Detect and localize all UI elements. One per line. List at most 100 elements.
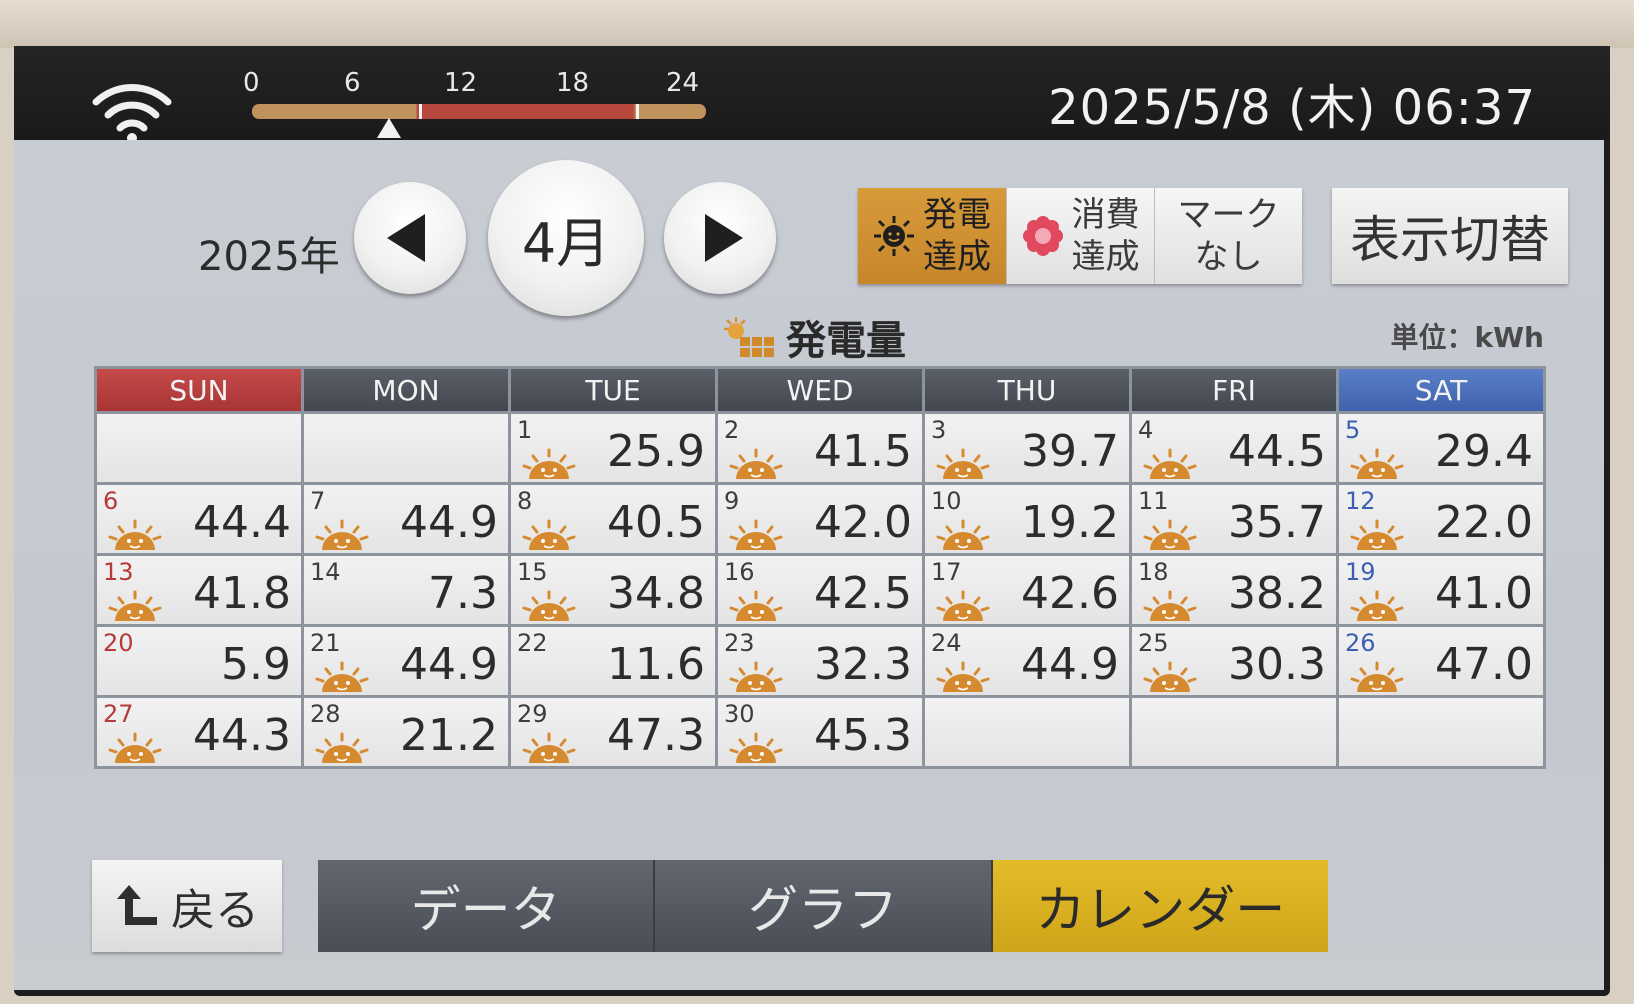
no-mark-button[interactable]: マーク なし: [1154, 188, 1302, 284]
day-generation-value: 44.4: [193, 497, 291, 548]
sun-mark-icon: [108, 590, 162, 621]
time-tick-label: 24: [666, 68, 700, 98]
calendar-day-cell[interactable]: 19 41.0: [1339, 556, 1543, 624]
solar-panel-icon: [724, 317, 774, 357]
day-number: 16: [724, 558, 755, 586]
day-number: 27: [103, 700, 134, 728]
calendar-day-cell[interactable]: 2 41.5: [718, 414, 922, 482]
flower-icon: [1022, 216, 1063, 256]
day-number: 14: [310, 558, 341, 586]
day-generation-value: 42.6: [1021, 568, 1119, 619]
month-label: 4月: [521, 211, 611, 275]
day-number: 19: [1345, 558, 1376, 586]
calendar-day-cell[interactable]: 5 29.4: [1339, 414, 1543, 482]
calendar-day-cell[interactable]: 6 44.4: [97, 485, 301, 553]
sun-mark-icon: [522, 519, 576, 550]
month-selector[interactable]: 4月: [488, 160, 644, 316]
day-generation-value: 45.3: [814, 710, 912, 761]
generation-label-line1: 発電: [923, 195, 991, 235]
calendar-day-cell[interactable]: 28 21.2: [304, 698, 508, 766]
calendar-day-cell[interactable]: 4 44.5: [1132, 414, 1336, 482]
day-generation-value: 42.0: [814, 497, 912, 548]
consumption-achieved-button[interactable]: 消費 達成: [1006, 188, 1154, 284]
calendar-day-cell[interactable]: 30 45.3: [718, 698, 922, 766]
display-toggle-button[interactable]: 表示切替: [1332, 188, 1568, 284]
tab-graph[interactable]: グラフ: [655, 860, 993, 952]
prev-month-button[interactable]: [354, 182, 466, 294]
day-generation-value: 47.0: [1435, 639, 1533, 690]
calendar-day-cell[interactable]: 26 47.0: [1339, 627, 1543, 695]
calendar-day-cell[interactable]: 29 47.3: [511, 698, 715, 766]
calendar-day-cell[interactable]: 22 11.6: [511, 627, 715, 695]
consumption-label-line2: 達成: [1071, 237, 1140, 277]
calendar-day-cell[interactable]: 15 34.8: [511, 556, 715, 624]
calendar-day-cell[interactable]: 10 19.2: [925, 485, 1129, 553]
calendar-day-cell[interactable]: 21 44.9: [304, 627, 508, 695]
sun-mark-icon: [729, 448, 783, 479]
status-bar: 0 6 12 18 24 2025/5/8 (木) 06:37: [14, 46, 1610, 143]
calendar-day-cell[interactable]: 20 5.9: [97, 627, 301, 695]
day-number: 24: [931, 629, 962, 657]
next-month-button[interactable]: [664, 182, 776, 294]
day-generation-value: 44.9: [400, 639, 498, 690]
back-button[interactable]: 戻る: [92, 860, 282, 952]
weekday-header: TUE: [511, 369, 715, 411]
calendar-day-cell[interactable]: 25 30.3: [1132, 627, 1336, 695]
day-generation-value: 25.9: [607, 426, 705, 477]
arrow-right-icon: [705, 214, 743, 262]
day-number: 23: [724, 629, 755, 657]
sun-mark-icon: [1350, 661, 1404, 692]
day-number: 8: [517, 487, 533, 515]
day-number: 10: [931, 487, 962, 515]
calendar-empty-cell: [97, 414, 301, 482]
unit-label: 単位：kWh: [1390, 321, 1544, 354]
calendar-day-cell[interactable]: 14 7.3: [304, 556, 508, 624]
day-generation-value: 44.9: [1021, 639, 1119, 690]
day-number: 18: [1138, 558, 1169, 586]
sun-mark-icon: [1143, 519, 1197, 550]
day-number: 13: [103, 558, 134, 586]
generation-achieved-button[interactable]: 発電 達成: [858, 188, 1006, 284]
sun-mark-icon: [108, 519, 162, 550]
sun-mark-icon: [936, 661, 990, 692]
no-mark-label-line1: マーク: [1177, 195, 1280, 235]
sun-mark-icon: [936, 448, 990, 479]
calendar-day-cell[interactable]: 12 22.0: [1339, 485, 1543, 553]
time-tick-label: 12: [444, 68, 478, 98]
calendar-day-cell[interactable]: 3 39.7: [925, 414, 1129, 482]
back-arrow-icon: [117, 885, 157, 925]
day-number: 3: [931, 416, 947, 444]
time-tick-label: 0: [243, 68, 260, 98]
calendar-day-cell[interactable]: 7 44.9: [304, 485, 508, 553]
sun-mark-icon: [522, 732, 576, 763]
calendar-day-cell[interactable]: 1 25.9: [511, 414, 715, 482]
section-title: 発電量: [722, 308, 906, 366]
mark-filter-group: 発電 達成 消費 達成 マーク なし: [858, 188, 1302, 284]
calendar-day-cell[interactable]: 16 42.5: [718, 556, 922, 624]
day-number: 17: [931, 558, 962, 586]
day-generation-value: 30.3: [1228, 639, 1326, 690]
time-bar-divider: [419, 104, 422, 119]
calendar-day-cell[interactable]: 9 42.0: [718, 485, 922, 553]
sun-mark-icon: [1350, 590, 1404, 621]
calendar-day-cell[interactable]: 11 35.7: [1132, 485, 1336, 553]
calendar-day-cell[interactable]: 8 40.5: [511, 485, 715, 553]
calendar-empty-cell: [304, 414, 508, 482]
day-generation-value: 44.9: [400, 497, 498, 548]
day-number: 5: [1345, 416, 1361, 444]
day-generation-value: 38.2: [1228, 568, 1326, 619]
calendar-day-cell[interactable]: 13 41.8: [97, 556, 301, 624]
calendar-day-cell[interactable]: 23 32.3: [718, 627, 922, 695]
calendar-day-cell[interactable]: 18 38.2: [1132, 556, 1336, 624]
day-generation-value: 21.2: [400, 710, 498, 761]
sun-mark-icon: [522, 448, 576, 479]
calendar-day-cell[interactable]: 17 42.6: [925, 556, 1129, 624]
calendar-day-cell[interactable]: 27 44.3: [97, 698, 301, 766]
tab-data[interactable]: データ: [318, 860, 656, 952]
day-generation-value: 41.0: [1435, 568, 1533, 619]
tab-calendar[interactable]: カレンダー: [992, 860, 1328, 952]
day-number: 12: [1345, 487, 1376, 515]
calendar-day-cell[interactable]: 24 44.9: [925, 627, 1129, 695]
day-number: 30: [724, 700, 755, 728]
weekday-header: THU: [925, 369, 1129, 411]
